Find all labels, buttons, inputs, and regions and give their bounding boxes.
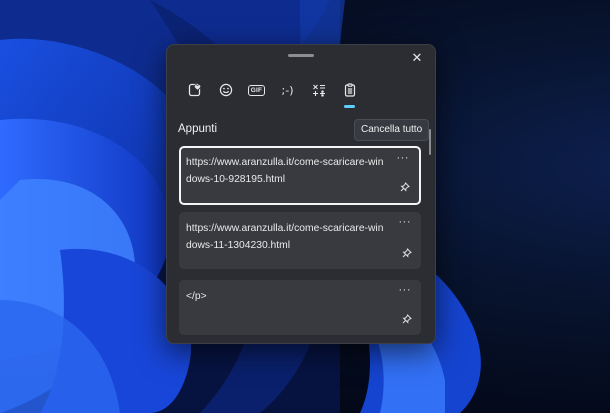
pin-icon[interactable] xyxy=(402,245,412,263)
clipboard-icon xyxy=(343,83,357,97)
drag-handle[interactable] xyxy=(288,54,314,57)
clipboard-item[interactable]: https://www.aranzulla.it/come-scaricare-… xyxy=(179,212,421,269)
section-title: Appunti xyxy=(178,123,218,135)
gif-icon: GIF xyxy=(247,84,266,96)
clear-all-button[interactable]: Cancella tutto xyxy=(354,119,430,141)
close-button[interactable]: ✕ xyxy=(405,47,429,69)
kaomoji-tab[interactable]: ;-) xyxy=(272,77,303,103)
pin-icon[interactable] xyxy=(402,311,412,329)
more-options-icon[interactable]: ··· xyxy=(399,216,412,228)
close-icon: ✕ xyxy=(411,50,423,65)
symbols-icon xyxy=(312,83,326,97)
symbols-tab[interactable] xyxy=(303,77,334,103)
kaomoji-icon: ;-) xyxy=(281,83,294,97)
more-options-icon[interactable]: ··· xyxy=(397,152,410,164)
heart-note-icon xyxy=(188,83,202,97)
clipboard-item-text: https://www.aranzulla.it/come-scaricare-… xyxy=(186,223,384,251)
emoji-recent-tab[interactable] xyxy=(179,77,210,103)
clipboard-item[interactable]: </p> ··· xyxy=(179,280,421,335)
smiley-icon xyxy=(219,83,233,97)
clipboard-item[interactable]: https://www.aranzulla.it/come-scaricare-… xyxy=(179,146,421,205)
emoji-tab[interactable] xyxy=(210,77,241,103)
clipboard-item-text: https://www.aranzulla.it/come-scaricare-… xyxy=(186,157,384,185)
clipboard-panel: ✕ GIF ;-) Appunti Cancella tutto https:/… xyxy=(166,44,436,344)
clipboard-tab[interactable] xyxy=(334,77,365,108)
scrollbar-thumb[interactable] xyxy=(429,129,431,155)
pin-icon[interactable] xyxy=(400,179,410,197)
more-options-icon[interactable]: ··· xyxy=(399,284,412,296)
gif-tab[interactable]: GIF xyxy=(241,77,272,103)
tab-bar: GIF ;-) xyxy=(179,77,365,108)
clipboard-item-text: </p> xyxy=(186,291,207,302)
